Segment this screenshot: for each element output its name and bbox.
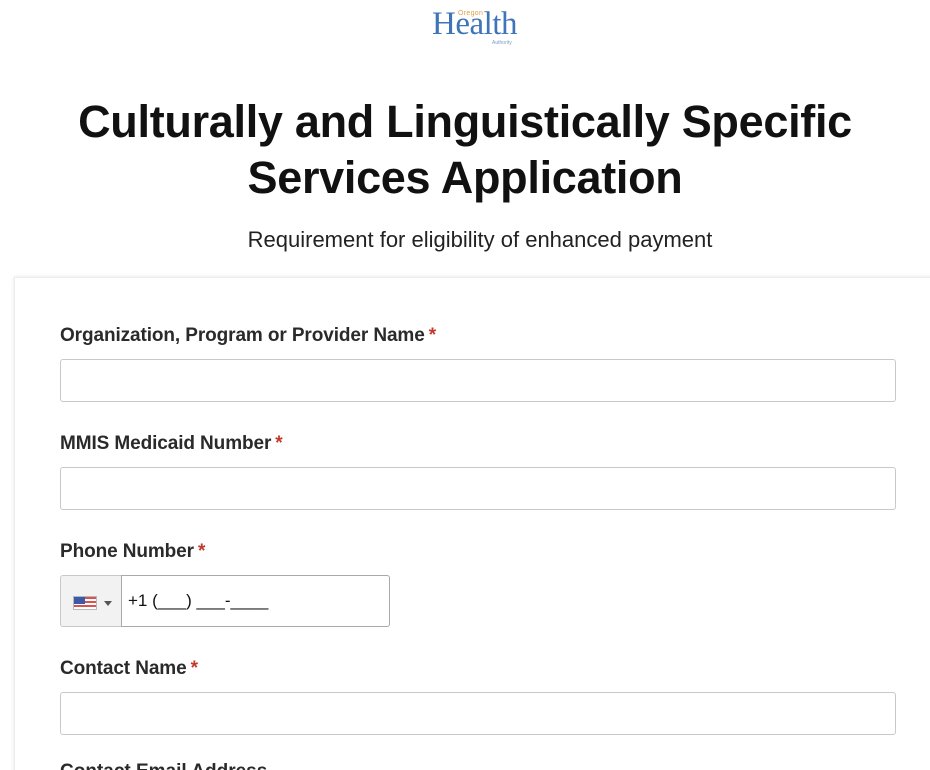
us-flag-icon [73, 596, 97, 610]
required-marker: * [197, 541, 206, 562]
page-subtitle: Requirement for eligibility of enhanced … [247, 227, 713, 252]
organization-name-label: Organization, Program or Provider Name * [60, 324, 436, 348]
required-marker: * [190, 658, 198, 679]
phone-number-label-text: Phone Number [60, 541, 194, 562]
oregon-health-authority-logo: Oregon Health Authority [432, 4, 528, 48]
contact-name-label: Contact Name * [60, 657, 198, 681]
contact-name-label-text: Contact Name [60, 658, 187, 679]
mmis-medicaid-number-label: MMIS Medicaid Number * [60, 432, 283, 456]
phone-number-field [60, 575, 390, 627]
page: Oregon Health Authority Culturally and L… [0, 0, 930, 770]
organization-name-label-text: Organization, Program or Provider Name [60, 325, 425, 346]
logo-word: Health [432, 6, 517, 42]
phone-number-label: Phone Number * [60, 540, 205, 564]
mmis-medicaid-number-input[interactable] [60, 467, 896, 510]
page-title: Culturally and Linguistically Specific S… [78, 96, 852, 203]
chevron-down-icon [104, 601, 112, 606]
contact-email-label: Contact Email Address [60, 760, 267, 770]
logo-tagline: Authority [492, 40, 512, 46]
phone-number-input[interactable] [121, 575, 390, 627]
required-marker: * [428, 325, 436, 346]
required-marker: * [275, 433, 283, 454]
country-code-dropdown[interactable] [60, 575, 121, 627]
mmis-medicaid-number-label-text: MMIS Medicaid Number [60, 433, 272, 454]
contact-name-input[interactable] [60, 692, 896, 735]
organization-name-input[interactable] [60, 359, 896, 402]
